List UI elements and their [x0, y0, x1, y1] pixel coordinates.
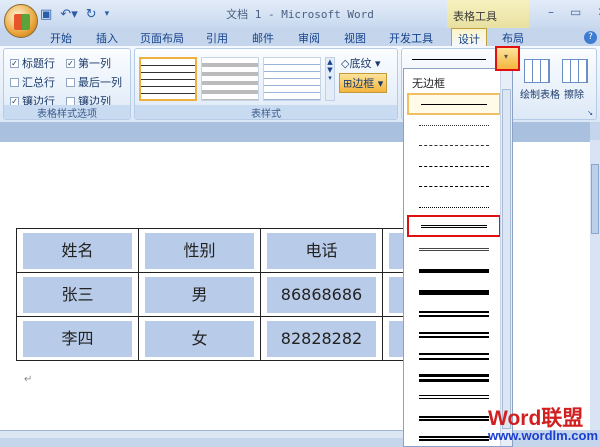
last-column-checkbox[interactable]: 最后一列: [66, 74, 122, 90]
group-label: 表样式: [135, 105, 397, 120]
watermark: Word联盟 www.wordlm.com: [488, 402, 598, 443]
table-style-options-group: ✓ 标题行 ✓ 第一列 汇总行 最后一列 ✓ 镶边行 镶边列 表格样式选项: [3, 48, 131, 120]
table-style-grid[interactable]: [139, 57, 197, 101]
line-style-dropdown-button[interactable]: ▾: [495, 46, 520, 71]
line-option-thick-thin-2[interactable]: [407, 300, 501, 322]
line-option-thick-thin-3[interactable]: [407, 342, 501, 364]
undo-icon[interactable]: ↶▾: [60, 7, 77, 22]
group-label: 表格样式选项: [4, 105, 130, 120]
tab-review[interactable]: 审阅: [298, 30, 320, 46]
line-option-double-3[interactable]: [407, 405, 501, 427]
line-option-thin-thick-2[interactable]: [407, 321, 501, 343]
tab-home[interactable]: 开始: [50, 30, 72, 46]
vertical-scrollbar[interactable]: [590, 140, 600, 430]
table-row: 李四女 82828282: [16, 316, 413, 361]
line-option-thick-thin[interactable]: [407, 258, 501, 280]
office-button[interactable]: [4, 4, 38, 38]
help-icon[interactable]: ?: [584, 31, 597, 44]
borders-button[interactable]: ⊞边框 ▾: [339, 73, 388, 93]
line-option-dotted[interactable]: [407, 114, 501, 136]
pencil-icon: [524, 59, 550, 83]
shading-button[interactable]: ◇底纹 ▾: [341, 55, 381, 71]
styles-scroll[interactable]: ▲ ▼ ▾: [325, 57, 335, 101]
header-row-checkbox[interactable]: ✓ 标题行: [10, 55, 55, 71]
tab-view[interactable]: 视图: [344, 30, 366, 46]
line-option-triple[interactable]: [407, 237, 501, 259]
line-option-dash-dot[interactable]: [407, 175, 501, 197]
table-styles-group: ▲ ▼ ▾ ◇底纹 ▾ ⊞边框 ▾ 表样式: [134, 48, 398, 120]
window-title: 文档 1 - Microsoft Word: [226, 8, 374, 21]
tab-mailings[interactable]: 邮件: [252, 30, 274, 46]
customize-qat-icon[interactable]: ▾: [105, 9, 110, 19]
office-logo-icon: [14, 14, 30, 30]
redo-icon[interactable]: ↻: [86, 7, 97, 22]
table-row: 姓名 性别 电话: [16, 228, 413, 273]
line-option-double-2[interactable]: [407, 384, 501, 406]
tab-insert[interactable]: 插入: [96, 30, 118, 46]
window-controls: – ▭ ✕: [548, 5, 600, 19]
tab-page-layout[interactable]: 页面布局: [140, 30, 184, 46]
total-row-checkbox[interactable]: 汇总行: [10, 74, 55, 90]
table-style-shaded[interactable]: [201, 57, 259, 101]
watermark-url: www.wordlm.com: [488, 428, 599, 443]
first-column-checkbox[interactable]: ✓ 第一列: [66, 55, 111, 71]
tab-developer[interactable]: 开发工具: [389, 30, 433, 46]
line-option-double[interactable]: [407, 215, 501, 237]
tab-layout[interactable]: 布局: [502, 30, 524, 46]
table-row: 张三男 86868686: [16, 272, 413, 317]
horizontal-scrollbar[interactable]: [0, 430, 405, 438]
line-option-dash-small[interactable]: [407, 134, 501, 156]
maximize-icon[interactable]: ▭: [570, 5, 581, 19]
eraser-icon: [562, 59, 588, 83]
no-border-option[interactable]: 无边框: [412, 75, 445, 91]
tab-references[interactable]: 引用: [206, 30, 228, 46]
document-table: 姓名 性别 电话 张三男 86868686 李四女 82828282: [16, 228, 413, 361]
eraser-button[interactable]: 擦除: [564, 86, 584, 101]
dialog-launcher-icon[interactable]: ↘: [587, 109, 593, 117]
paragraph-mark: ↵: [24, 374, 33, 385]
table-style-light[interactable]: [263, 57, 321, 101]
table-tools-label: 表格工具: [447, 0, 529, 28]
draw-table-button[interactable]: 绘制表格: [520, 86, 560, 101]
line-option-dashed[interactable]: [407, 155, 501, 177]
line-option-thin-thick[interactable]: [407, 279, 501, 301]
tab-design[interactable]: 设计: [451, 28, 487, 47]
save-icon[interactable]: ▣: [40, 7, 52, 22]
minimize-icon[interactable]: –: [548, 5, 554, 19]
chevron-down-icon: ▾: [504, 52, 509, 61]
dropdown-scrollbar[interactable]: [500, 69, 512, 446]
line-option-thin-thick-thin[interactable]: [407, 363, 501, 385]
line-option-single[interactable]: [407, 93, 501, 115]
line-style-dropdown: 无边框: [403, 68, 513, 447]
line-option-double-4[interactable]: [407, 425, 501, 447]
ribbon-tabs: 开始 插入 页面布局 引用 邮件 审阅 视图 开发工具 设计 布局: [0, 28, 600, 47]
quick-access-toolbar: ▣ ↶▾ ↻ ▾: [40, 5, 109, 23]
